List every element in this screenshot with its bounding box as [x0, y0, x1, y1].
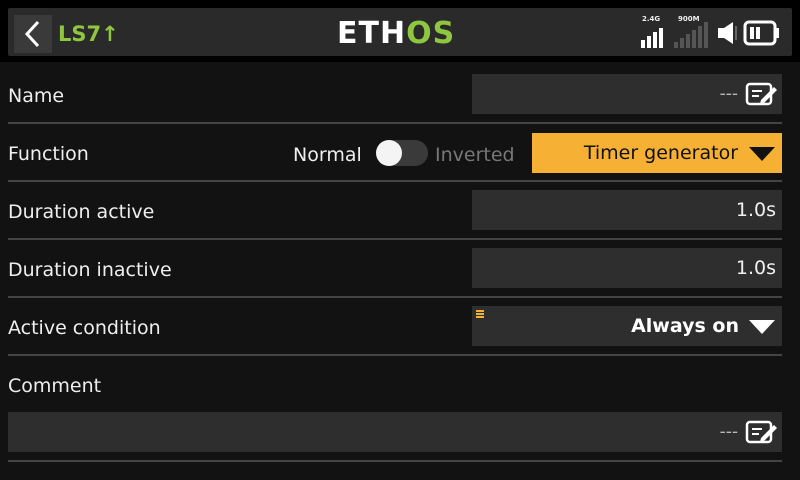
divider [8, 296, 782, 298]
comment-value: --- [719, 422, 738, 442]
name-label: Name [8, 85, 65, 107]
duration-active-value: 1.0s [735, 199, 776, 221]
toggle-inverted-label: Inverted [435, 144, 515, 166]
active-condition-value: Always on [631, 315, 739, 337]
divider [8, 122, 782, 124]
speaker-icon [718, 22, 737, 44]
divider [8, 354, 782, 356]
dropdown-triangle-icon [749, 147, 775, 161]
back-icon [24, 20, 40, 48]
logo-suffix: OS [406, 16, 456, 51]
name-value: --- [719, 84, 738, 104]
function-select[interactable]: Timer generator [532, 133, 782, 173]
battery-icon [743, 20, 779, 46]
duration-inactive-field[interactable]: 1.0s [472, 248, 782, 288]
active-condition-select[interactable]: Always on [472, 306, 782, 346]
logo-prefix: ETH [337, 16, 407, 51]
duration-active-label: Duration active [8, 201, 155, 223]
screen-title: LS7↑ [58, 22, 119, 46]
menu-icon [476, 310, 484, 319]
comment-field[interactable]: --- [8, 412, 782, 452]
dropdown-triangle-icon [749, 320, 775, 334]
function-label: Function [8, 143, 89, 165]
toggle-knob [376, 140, 402, 166]
active-condition-label: Active condition [8, 317, 161, 339]
duration-inactive-label: Duration inactive [8, 259, 172, 281]
divider [8, 238, 782, 240]
edit-icon[interactable] [744, 418, 778, 446]
comment-label: Comment [8, 375, 102, 397]
name-field[interactable]: --- [472, 74, 782, 114]
divider [8, 180, 782, 182]
header-bar: LS7↑ ETHOS 2.4G 900M [0, 0, 800, 62]
divider [8, 460, 782, 462]
signal-900m-icon: 900M [674, 15, 714, 48]
back-button[interactable] [14, 15, 52, 53]
duration-active-field[interactable]: 1.0s [472, 190, 782, 230]
normal-inverted-toggle[interactable] [376, 140, 428, 166]
duration-inactive-value: 1.0s [735, 257, 776, 279]
edit-icon[interactable] [744, 80, 778, 108]
ethos-logo: ETHOS [337, 17, 455, 51]
signal-2-4g-icon: 2.4G [641, 15, 669, 48]
function-select-value: Timer generator [583, 142, 738, 164]
toggle-normal-label: Normal [293, 144, 362, 166]
